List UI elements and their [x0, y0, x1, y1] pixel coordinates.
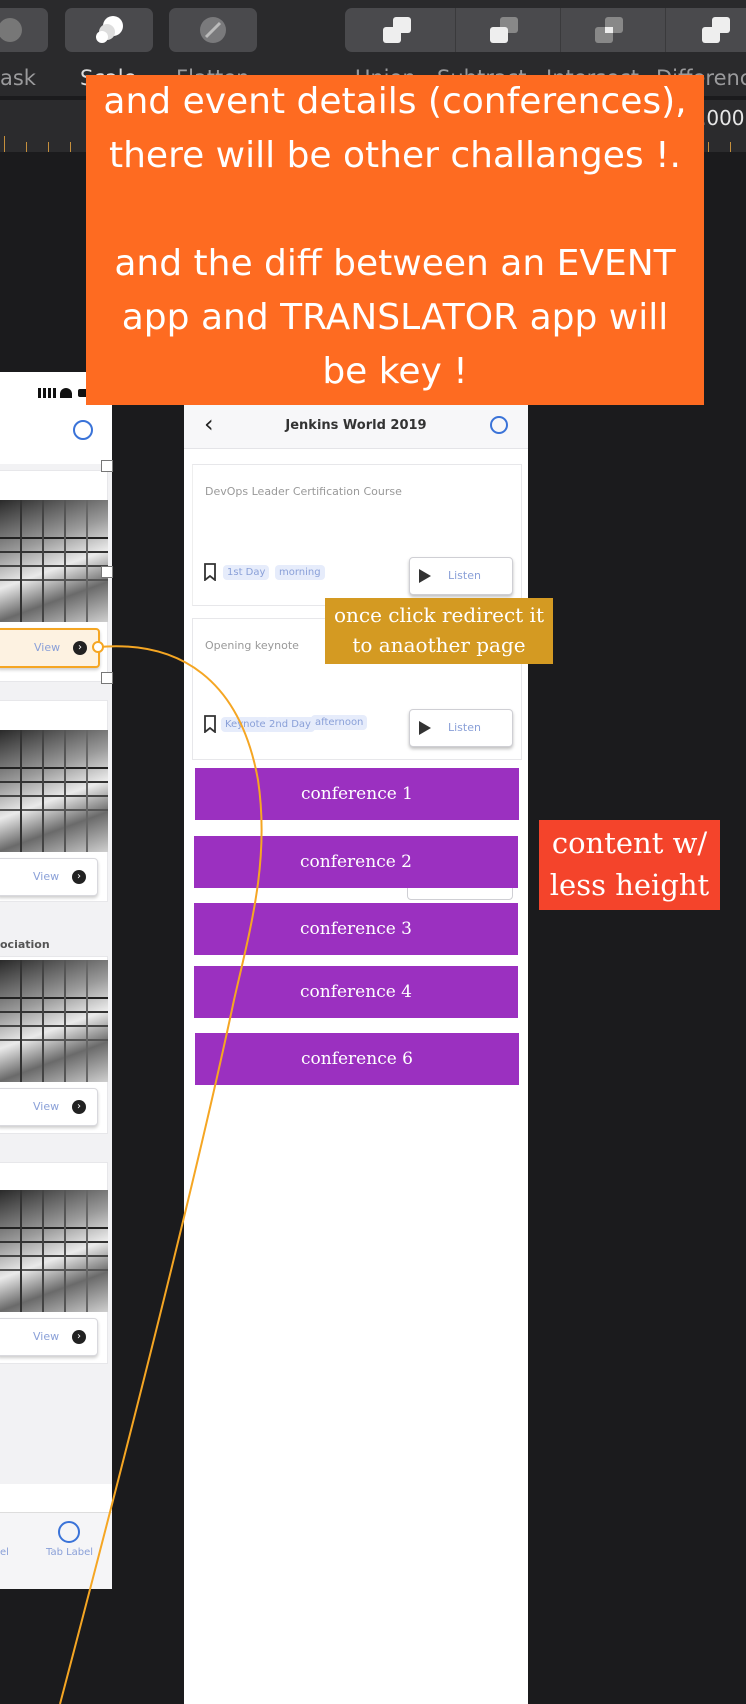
- red-note-line: content w/: [551, 826, 708, 860]
- banner-line: be key !: [322, 351, 468, 392]
- red-height-note: content w/ less height: [539, 820, 720, 910]
- banner-line: there will be other challanges !.: [109, 135, 681, 176]
- banner-line: and the diff between an EVENT: [114, 243, 676, 284]
- yellow-note-line: once click redirect it: [333, 603, 544, 627]
- banner-line: and event details (conferences),: [103, 81, 687, 122]
- yellow-redirect-note: once click redirect it to anaother page: [325, 598, 553, 664]
- yellow-note-line: to anaother page: [352, 633, 526, 657]
- orange-banner-note: and event details (conferences), there w…: [86, 75, 704, 405]
- banner-line: [86, 183, 704, 237]
- red-note-line: less height: [549, 868, 710, 902]
- banner-line: app and TRANSLATOR app will: [121, 297, 669, 338]
